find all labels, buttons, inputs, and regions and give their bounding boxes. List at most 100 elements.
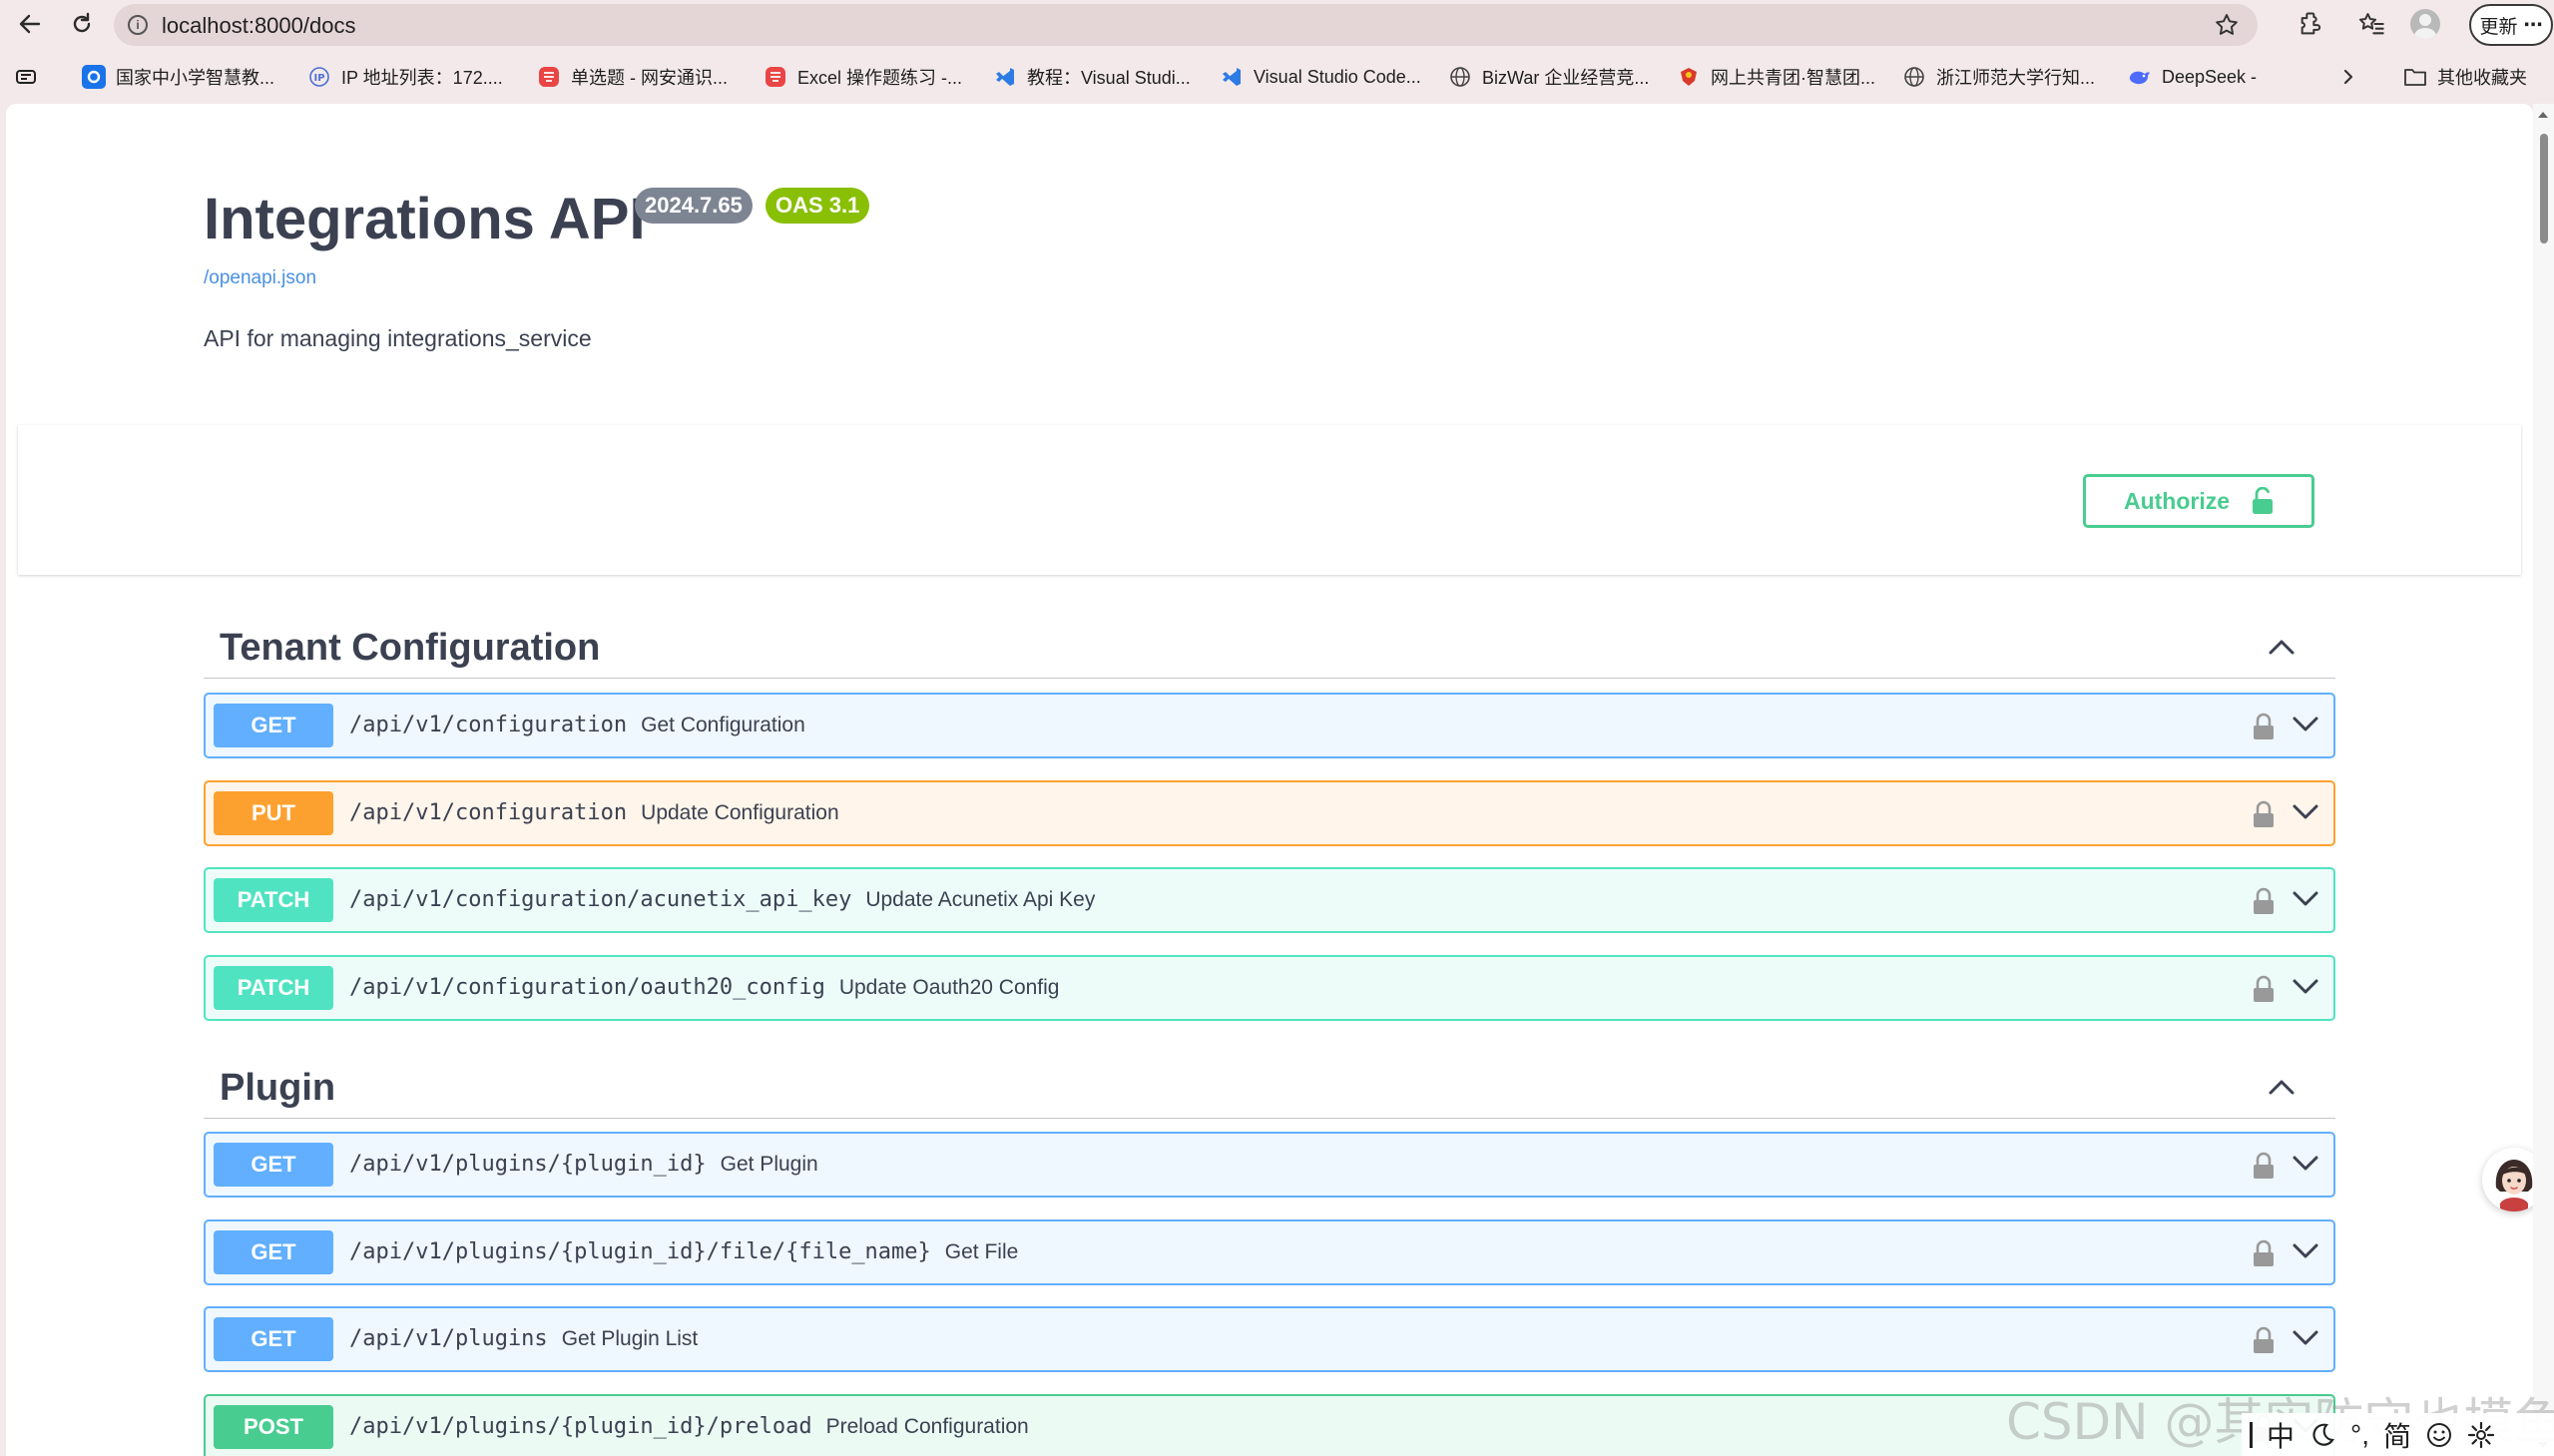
- operation-summary: Get Plugin: [720, 1153, 818, 1176]
- chevron-down-icon[interactable]: [2292, 977, 2319, 997]
- chevron-down-icon[interactable]: [2292, 889, 2319, 909]
- lock-icon[interactable]: [2252, 975, 2276, 1003]
- deepseek-icon: [2128, 65, 2152, 89]
- bookmark-item[interactable]: 教程：Visual Studi...: [993, 58, 1191, 96]
- operation-row[interactable]: PATCH/api/v1/configuration/oauth20_confi…: [204, 955, 2335, 1021]
- back-button[interactable]: [12, 6, 48, 42]
- svg-text:IP: IP: [313, 73, 324, 84]
- extensions-button[interactable]: [2294, 6, 2329, 42]
- http-method-badge: PATCH: [214, 966, 333, 1010]
- globe-icon: [1448, 65, 1472, 89]
- operation-path: /api/v1/plugins/{plugin_id}/file/{file_n…: [349, 1239, 931, 1264]
- address-bar[interactable]: i localhost:8000/docs: [114, 4, 2258, 46]
- api-title: Integrations API: [204, 187, 646, 251]
- bookmark-label: 国家中小学智慧教...: [116, 68, 275, 88]
- ime-script[interactable]: 简: [2383, 1415, 2411, 1455]
- ime-mode[interactable]: 中: [2267, 1415, 2295, 1455]
- chevron-down-icon[interactable]: [2292, 802, 2319, 822]
- site-info-icon[interactable]: i: [128, 15, 148, 35]
- chevron-up-icon[interactable]: [2268, 637, 2296, 657]
- operation-path-container: /api/v1/configuration/acunetix_api_key Up…: [349, 887, 1095, 912]
- emoji-icon[interactable]: [2425, 1421, 2453, 1449]
- scrollbar-thumb[interactable]: [2540, 134, 2548, 243]
- site-icon: [537, 65, 561, 89]
- operation-path: /api/v1/configuration/oauth20_config: [349, 975, 825, 1000]
- favorites-button[interactable]: [2353, 6, 2389, 42]
- profile-button[interactable]: [2407, 6, 2443, 42]
- tag-section-header[interactable]: Plugin: [204, 1055, 2335, 1119]
- http-method-badge: GET: [214, 1143, 333, 1187]
- ime-punctuation[interactable]: °,: [2350, 1419, 2369, 1451]
- bookmark-item[interactable]: Excel 操作题练习 -...: [764, 58, 962, 96]
- operation-path-container: /api/v1/plugins/{plugin_id}/preload Prelo…: [349, 1414, 1029, 1439]
- favorites-list-icon: [2358, 13, 2384, 35]
- version-badge: 2024.7.65: [635, 188, 753, 224]
- bookmarks-overflow-chevron[interactable]: [2339, 58, 2357, 96]
- operation-summary: Update Acunetix Api Key: [865, 888, 1096, 911]
- chevron-down-icon[interactable]: [2292, 1328, 2319, 1348]
- bookmark-label: IP 地址列表：172....: [341, 68, 503, 88]
- bookmark-item[interactable]: DeepSeek -: [2128, 58, 2257, 96]
- http-method-badge: PATCH: [214, 878, 333, 922]
- reload-button[interactable]: [64, 6, 100, 42]
- tag-section-header[interactable]: Tenant Configuration: [204, 615, 2335, 679]
- bookmark-item[interactable]: 单选题 - 网安通识...: [537, 58, 728, 96]
- authorize-button[interactable]: Authorize: [2083, 474, 2314, 528]
- operation-summary: Get Plugin List: [561, 1327, 699, 1350]
- chevron-down-icon[interactable]: [2292, 1154, 2319, 1174]
- address-url[interactable]: localhost:8000/docs: [162, 13, 355, 39]
- bookmark-item[interactable]: IP IP 地址列表：172....: [307, 58, 503, 96]
- unlock-icon: [2253, 487, 2274, 514]
- gear-icon[interactable]: [2467, 1421, 2495, 1449]
- api-description: API for managing integrations_service: [204, 325, 592, 351]
- operation-summary: Update Configuration: [641, 801, 839, 824]
- back-arrow-icon: [19, 14, 41, 34]
- operation-path: /api/v1/plugins: [349, 1326, 548, 1351]
- operation-row[interactable]: GET/api/v1/plugins/{plugin_id}/file/{fil…: [204, 1219, 2335, 1285]
- bookmark-item[interactable]: 国家中小学智慧教...: [82, 58, 274, 96]
- operation-path: /api/v1/configuration: [349, 713, 628, 737]
- browser-toolbar: i localhost:8000/docs 更新 ⋯: [0, 0, 2554, 48]
- operation-row[interactable]: PATCH/api/v1/configuration/acunetix_api_…: [204, 867, 2335, 933]
- bookmark-label: DeepSeek -: [2162, 66, 2258, 87]
- folder-icon: [2404, 69, 2426, 86]
- chevron-down-icon[interactable]: [2292, 715, 2319, 734]
- operation-path-container: /api/v1/plugins Get Plugin List: [349, 1326, 698, 1351]
- bookmark-item[interactable]: Visual Studio Code...: [1220, 58, 1421, 96]
- operation-path-container: /api/v1/configuration/oauth20_config Upda…: [349, 975, 1059, 1000]
- chevron-down-icon[interactable]: [2292, 1241, 2319, 1261]
- lock-icon[interactable]: [2252, 1152, 2276, 1180]
- operation-row[interactable]: GET/api/v1/plugins/{plugin_id} Get Plugin: [204, 1132, 2335, 1198]
- openapi-json-link[interactable]: /openapi.json: [204, 267, 316, 289]
- scroll-up-arrow-icon[interactable]: [2538, 112, 2548, 118]
- lock-icon[interactable]: [2252, 1239, 2276, 1267]
- operation-row[interactable]: GET/api/v1/plugins Get Plugin List: [204, 1306, 2335, 1372]
- page-scrollbar[interactable]: [2533, 104, 2554, 1456]
- authorize-label: Authorize: [2123, 487, 2231, 514]
- reload-icon: [73, 12, 91, 33]
- operation-row[interactable]: PUT/api/v1/configuration Update Configura…: [204, 780, 2335, 846]
- bookmark-item[interactable]: BizWar 企业经营竞...: [1448, 58, 1649, 96]
- update-button[interactable]: 更新 ⋯: [2469, 4, 2553, 46]
- other-bookmarks-folder[interactable]: 其他收藏夹: [2403, 58, 2527, 96]
- lock-icon[interactable]: [2252, 713, 2276, 740]
- bookmark-item[interactable]: 浙江师范大学行知...: [1902, 58, 2095, 96]
- bookmark-item[interactable]: 网上共青团·智慧团...: [1677, 58, 1875, 96]
- workspaces-button[interactable]: [14, 58, 38, 96]
- lock-icon[interactable]: [2252, 887, 2276, 915]
- chevron-up-icon[interactable]: [2268, 1077, 2296, 1097]
- operation-summary: Preload Configuration: [825, 1415, 1029, 1438]
- ime-handle[interactable]: [2250, 1421, 2253, 1448]
- chevron-right-icon: [2343, 69, 2353, 85]
- workspaces-icon: [16, 70, 36, 84]
- lock-icon[interactable]: [2252, 1326, 2276, 1354]
- bookmark-label: 浙江师范大学行知...: [1936, 68, 2096, 88]
- http-method-badge: GET: [214, 704, 333, 747]
- favorite-star-icon[interactable]: [2212, 10, 2242, 40]
- assistant-avatar[interactable]: [2482, 1148, 2533, 1212]
- operation-path: /api/v1/configuration: [349, 800, 628, 825]
- operation-row[interactable]: GET/api/v1/configuration Get Configuratio…: [204, 693, 2335, 758]
- lock-icon[interactable]: [2252, 800, 2276, 828]
- bookmark-label: Visual Studio Code...: [1254, 66, 1421, 87]
- moon-icon[interactable]: [2308, 1421, 2336, 1449]
